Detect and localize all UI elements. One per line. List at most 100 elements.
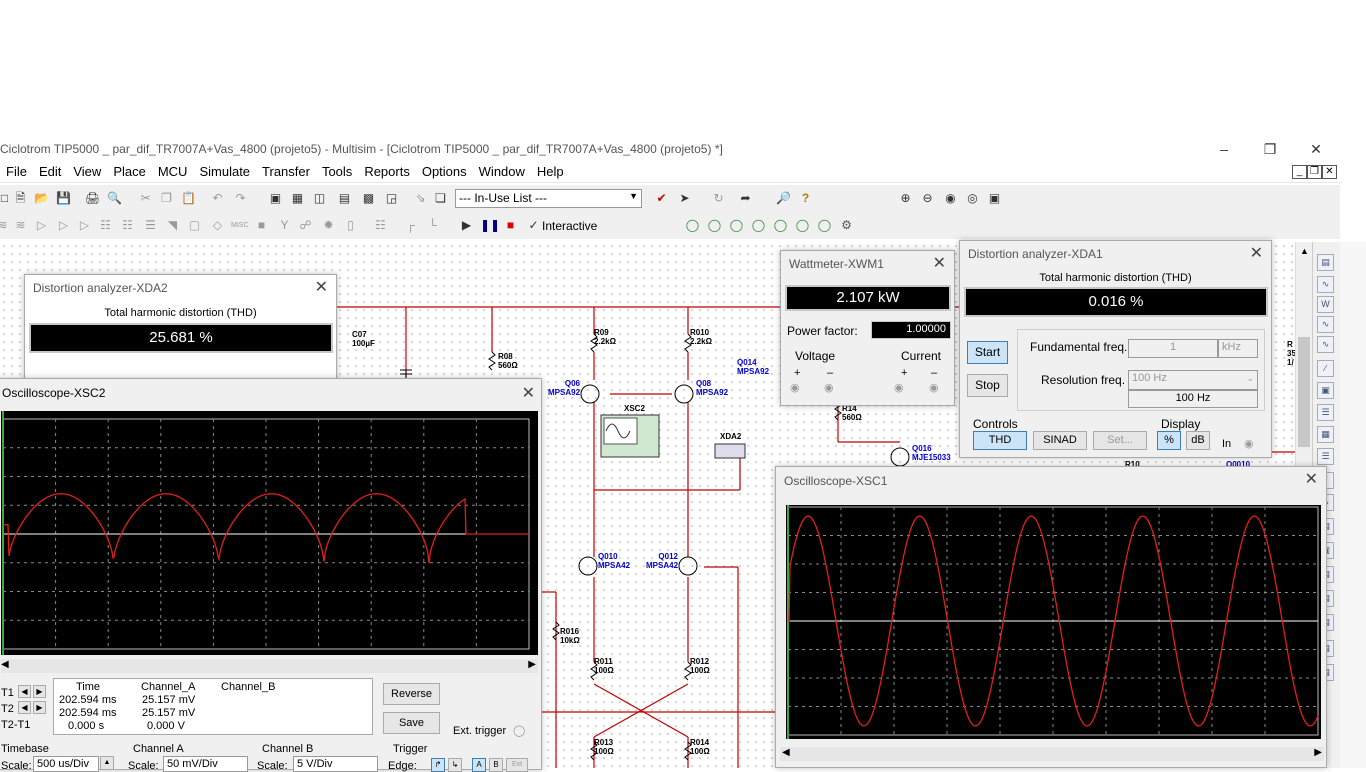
menu-help[interactable]: Help [531, 162, 570, 182]
menu-tools[interactable]: Tools [316, 162, 358, 182]
close-icon[interactable]: ✕ [1305, 469, 1318, 489]
four-channel-scope-icon[interactable]: ∿ [1317, 336, 1334, 353]
mdi-minimize-icon[interactable]: _ [1292, 165, 1307, 179]
reverse-button[interactable]: Reverse [383, 683, 440, 705]
wattmeter-icon[interactable]: W [1317, 296, 1334, 313]
misc-icon[interactable]: MISC [231, 217, 249, 234]
oscilloscope-xsc2-window[interactable]: Oscilloscope-XSC2 ✕ ◀ ▶ T1 T2 T2-T1 ◀ ▶ … [0, 378, 542, 772]
vertical-scrollbar[interactable]: ▲ [1295, 242, 1312, 472]
bode-plotter-icon[interactable]: ∕ [1317, 360, 1334, 377]
electromechanical-icon[interactable]: ☍ [297, 217, 314, 234]
trigger-b-icon[interactable]: B [489, 758, 503, 772]
t1-right-arrow-icon[interactable]: ▶ [33, 685, 46, 698]
logic-converter-icon[interactable]: ▦ [1317, 426, 1334, 443]
print-preview-icon[interactable]: 🔍 [106, 190, 123, 207]
close-icon[interactable]: ✕ [315, 277, 328, 297]
erc-icon[interactable]: ✔ [653, 190, 670, 207]
probe-voltage-icon[interactable]: ◯ [684, 217, 701, 234]
grapher-icon[interactable]: ▤ [336, 190, 353, 207]
word-generator-icon[interactable]: ☰ [1317, 404, 1334, 421]
menu-simulate[interactable]: Simulate [193, 162, 256, 182]
stop-button[interactable]: Stop [967, 374, 1008, 397]
help-icon[interactable]: ? [797, 190, 814, 207]
run-icon[interactable]: ▶ [458, 217, 475, 234]
probe-power-icon[interactable]: ◯ [728, 217, 745, 234]
oscilloscope-xsc1-window[interactable]: Oscilloscope-XSC1 ✕ ◀ ▶ [775, 466, 1327, 768]
interactive-label[interactable]: Interactive [542, 219, 597, 233]
wire-icon[interactable]: └ [424, 217, 441, 234]
close-icon[interactable]: ✕ [522, 383, 535, 403]
restore-button[interactable]: ❐ [1247, 139, 1293, 161]
pause-icon[interactable]: ❚❚ [480, 217, 500, 234]
terminal-icon[interactable]: ◉ [824, 381, 834, 394]
zoom-in-icon[interactable]: ⊕ [897, 190, 914, 207]
scroll-up-icon[interactable]: ▲ [1300, 246, 1309, 256]
function-generator-icon[interactable]: ∿ [1317, 276, 1334, 293]
menu-window[interactable]: Window [473, 162, 531, 182]
menu-file[interactable]: File [0, 162, 33, 182]
probe-digital-icon[interactable]: ◯ [816, 217, 833, 234]
percent-button[interactable]: % [1157, 431, 1181, 450]
save-button[interactable]: Save [383, 712, 440, 734]
spreadsheet-icon[interactable]: ▩ [360, 190, 377, 207]
multimeter-icon[interactable]: ▤ [1317, 254, 1334, 271]
find-icon[interactable]: 🔎 [775, 190, 792, 207]
zoom-out-icon[interactable]: ⊖ [919, 190, 936, 207]
close-icon[interactable]: ✕ [1250, 243, 1263, 263]
full-screen-icon[interactable]: ▣ [267, 190, 284, 207]
scrollbar-thumb[interactable] [1298, 337, 1310, 447]
zoom-fit-icon[interactable]: ▣ [986, 190, 1003, 207]
ni-components-icon[interactable]: ✹ [320, 217, 337, 234]
back-annotate-icon[interactable]: ➤ [676, 190, 693, 207]
terminal-icon[interactable]: ◉ [894, 381, 904, 394]
menu-transfer[interactable]: Transfer [256, 162, 316, 182]
grid-icon[interactable]: ▦ [289, 190, 306, 207]
new-icon[interactable]: 🗎 [12, 190, 29, 207]
scroll-right-icon[interactable]: ▶ [1314, 747, 1322, 758]
terminal-icon[interactable]: ◉ [790, 381, 800, 394]
bus-icon[interactable]: ┌ [402, 217, 419, 234]
mixed-icon[interactable]: ◥ [164, 217, 181, 234]
probe-settings-icon[interactable]: ⚙ [838, 217, 855, 234]
menu-reports[interactable]: Reports [358, 162, 416, 182]
advanced-peripherals-icon[interactable]: ■ [253, 217, 270, 234]
timebase-scale-input[interactable]: 500 us/Div [33, 756, 99, 772]
thd-button[interactable]: THD [973, 431, 1027, 450]
fundamental-freq-input[interactable]: 1 [1128, 339, 1218, 358]
trigger-a-icon[interactable]: A [472, 758, 486, 772]
close-button[interactable]: ✕ [1293, 139, 1339, 161]
copy-icon[interactable]: ❐ [158, 190, 175, 207]
start-button[interactable]: Start [967, 341, 1008, 364]
transfer-icon[interactable]: ➦ [737, 190, 754, 207]
probe-current-icon[interactable]: ◯ [706, 217, 723, 234]
set-button[interactable]: Set... [1093, 431, 1147, 450]
channel-a-scale-input[interactable]: 50 mV/Div [163, 756, 248, 772]
trigger-ext-icon[interactable]: Ext [506, 758, 528, 772]
distortion-analyzer-xda2-window[interactable]: Distortion analyzer-XDA2 ✕ Total harmoni… [24, 274, 337, 384]
t1-left-arrow-icon[interactable]: ◀ [18, 685, 31, 698]
scroll-left-icon[interactable]: ◀ [1, 659, 9, 670]
annotate-icon[interactable]: ❏ [432, 190, 449, 207]
fundamental-unit-select[interactable]: kHz [1218, 339, 1258, 358]
menu-mcu[interactable]: MCU [152, 162, 194, 182]
t2-right-arrow-icon[interactable]: ▶ [33, 701, 46, 714]
print-icon[interactable]: 🖨 [84, 190, 101, 207]
menu-view[interactable]: View [67, 162, 107, 182]
db-button[interactable]: dB [1186, 431, 1210, 450]
xsc1-scrollbar[interactable]: ◀ ▶ [780, 747, 1324, 761]
in-use-list-select[interactable]: --- In-Use List --- ▼ [455, 189, 642, 208]
terminal-icon[interactable]: ◉ [1244, 437, 1254, 450]
scroll-left-icon[interactable]: ◀ [782, 747, 790, 758]
undo-icon[interactable]: ↶ [209, 190, 226, 207]
probe-ref-icon[interactable]: ◯ [794, 217, 811, 234]
xsc1-screen[interactable] [786, 505, 1321, 739]
oscilloscope-icon[interactable]: ∿ [1317, 316, 1334, 333]
logic-analyzer-icon[interactable]: ☰ [1317, 448, 1334, 465]
terminal-icon[interactable]: ◉ [929, 381, 939, 394]
rising-edge-icon[interactable]: ↱ [431, 758, 445, 772]
close-icon[interactable]: ✕ [933, 253, 946, 273]
xsc2-scrollbar[interactable]: ◀ ▶ [1, 659, 538, 673]
xsc2-screen[interactable] [1, 411, 538, 655]
source-icon[interactable]: ≋ [0, 217, 11, 234]
zoom-area-icon[interactable]: ◉ [942, 190, 959, 207]
